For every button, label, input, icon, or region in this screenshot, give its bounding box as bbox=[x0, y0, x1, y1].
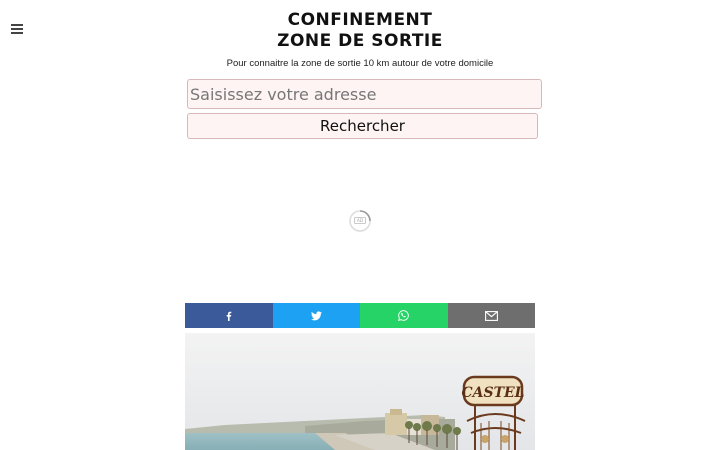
whatsapp-icon bbox=[398, 310, 410, 321]
facebook-icon bbox=[226, 311, 232, 321]
ad-label: AD bbox=[357, 218, 364, 224]
ad-loading-spinner-icon: AD bbox=[348, 209, 372, 233]
search-button[interactable]: Rechercher bbox=[187, 113, 538, 139]
address-input[interactable] bbox=[187, 79, 542, 109]
title-line-2: ZONE DE SORTIE bbox=[277, 31, 443, 51]
share-whatsapp-button[interactable] bbox=[360, 303, 448, 328]
title-line-1: CONFINEMENT bbox=[287, 10, 433, 30]
envelope-icon bbox=[484, 310, 498, 321]
twitter-icon bbox=[310, 310, 322, 320]
page-subtitle: Pour connaitre la zone de sortie 10 km a… bbox=[226, 58, 494, 69]
share-email-button[interactable] bbox=[447, 303, 535, 328]
castel-sign-text: CASTEL bbox=[461, 385, 524, 401]
share-twitter-button[interactable] bbox=[272, 303, 360, 328]
page-title: CONFINEMENT ZONE DE SORTIE bbox=[0, 10, 720, 52]
share-bar bbox=[185, 303, 535, 328]
share-facebook-button[interactable] bbox=[185, 303, 273, 328]
article-photo: CASTEL bbox=[185, 333, 535, 450]
